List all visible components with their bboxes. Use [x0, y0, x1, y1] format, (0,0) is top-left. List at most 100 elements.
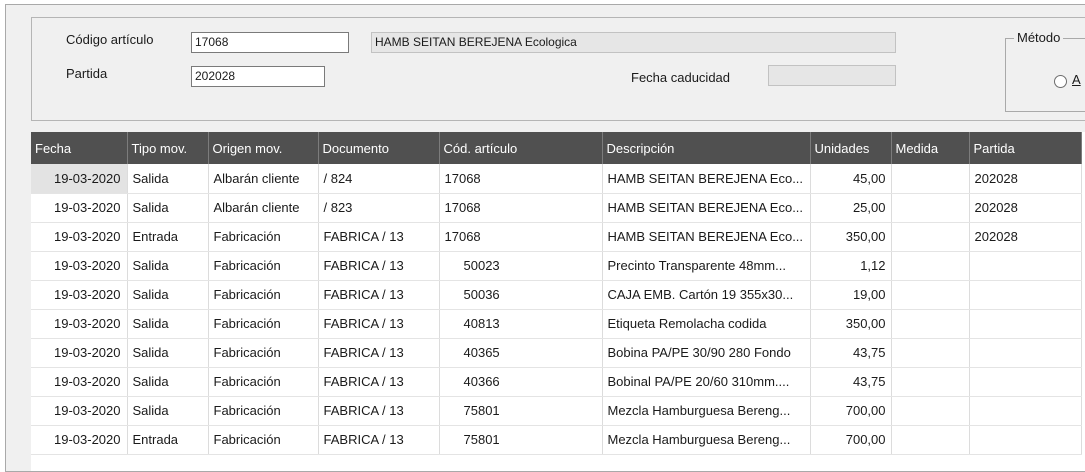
cell-medida[interactable]: [891, 280, 970, 310]
cell-fecha[interactable]: 19-03-2020: [31, 367, 128, 397]
metodo-radio-icon[interactable]: [1054, 75, 1067, 88]
cell-descripcion[interactable]: Etiqueta Remolacha codida: [602, 309, 811, 339]
col-header-origen-mov[interactable]: Origen mov.: [208, 132, 319, 164]
cell-cod-articulo[interactable]: 17068: [439, 222, 603, 252]
cell-tipo-mov[interactable]: Salida: [127, 309, 209, 339]
table-row[interactable]: 19-03-2020 Salida Fabricación FABRICA / …: [31, 367, 1082, 397]
table-row[interactable]: 19-03-2020 Salida Fabricación FABRICA / …: [31, 396, 1082, 426]
cell-fecha[interactable]: 19-03-2020: [31, 396, 128, 426]
table-row[interactable]: 19-03-2020 Salida Fabricación FABRICA / …: [31, 309, 1082, 339]
cell-partida[interactable]: [969, 425, 1082, 455]
cell-tipo-mov[interactable]: Salida: [127, 280, 209, 310]
cell-cod-articulo[interactable]: 40365: [439, 338, 603, 368]
cell-tipo-mov[interactable]: Salida: [127, 251, 209, 281]
cell-documento[interactable]: FABRICA / 13: [318, 309, 440, 339]
cell-medida[interactable]: [891, 251, 970, 281]
cell-medida[interactable]: [891, 425, 970, 455]
table-row[interactable]: 19-03-2020 Entrada Fabricación FABRICA /…: [31, 222, 1082, 252]
cell-cod-articulo[interactable]: 75801: [439, 396, 603, 426]
cell-medida[interactable]: [891, 222, 970, 252]
cell-cod-articulo[interactable]: 17068: [439, 164, 603, 194]
cell-origen-mov[interactable]: Fabricación: [208, 425, 319, 455]
col-header-partida[interactable]: Partida: [969, 132, 1082, 164]
cell-fecha[interactable]: 19-03-2020: [31, 338, 128, 368]
cell-partida[interactable]: 202028: [969, 193, 1082, 223]
col-header-documento[interactable]: Documento: [318, 132, 440, 164]
table-row[interactable]: 19-03-2020 Salida Fabricación FABRICA / …: [31, 280, 1082, 310]
metodo-radio-label[interactable]: A: [1072, 72, 1081, 87]
col-header-descripcion[interactable]: Descripción: [602, 132, 811, 164]
cell-cod-articulo[interactable]: 50036: [439, 280, 603, 310]
cell-documento[interactable]: FABRICA / 13: [318, 396, 440, 426]
cell-origen-mov[interactable]: Fabricación: [208, 280, 319, 310]
table-row[interactable]: 19-03-2020 Salida Albarán cliente / 823 …: [31, 193, 1082, 223]
cell-partida[interactable]: 202028: [969, 222, 1082, 252]
col-header-tipo-mov[interactable]: Tipo mov.: [127, 132, 209, 164]
cell-tipo-mov[interactable]: Entrada: [127, 222, 209, 252]
cell-unidades[interactable]: 43,75: [810, 367, 892, 397]
cell-cod-articulo[interactable]: 17068: [439, 193, 603, 223]
col-header-fecha[interactable]: Fecha: [31, 132, 128, 164]
cell-cod-articulo[interactable]: 40813: [439, 309, 603, 339]
col-header-unidades[interactable]: Unidades: [810, 132, 892, 164]
cell-tipo-mov[interactable]: Salida: [127, 193, 209, 223]
cell-tipo-mov[interactable]: Salida: [127, 367, 209, 397]
cell-descripcion[interactable]: Mezcla Hamburguesa Bereng...: [602, 396, 811, 426]
col-header-cod-articulo[interactable]: Cód. artículo: [439, 132, 603, 164]
cell-medida[interactable]: [891, 193, 970, 223]
cell-partida[interactable]: [969, 367, 1082, 397]
cell-unidades[interactable]: 25,00: [810, 193, 892, 223]
cell-documento[interactable]: / 823: [318, 193, 440, 223]
table-row[interactable]: 19-03-2020 Salida Albarán cliente / 824 …: [31, 164, 1082, 194]
cell-unidades[interactable]: 1,12: [810, 251, 892, 281]
cell-descripcion[interactable]: HAMB SEITAN BEREJENA Eco...: [602, 164, 811, 194]
cell-documento[interactable]: FABRICA / 13: [318, 367, 440, 397]
cell-fecha[interactable]: 19-03-2020: [31, 164, 128, 194]
cell-origen-mov[interactable]: Fabricación: [208, 338, 319, 368]
codigo-articulo-input[interactable]: 17068: [191, 32, 349, 53]
cell-descripcion[interactable]: Mezcla Hamburguesa Bereng...: [602, 425, 811, 455]
cell-origen-mov[interactable]: Fabricación: [208, 367, 319, 397]
cell-medida[interactable]: [891, 338, 970, 368]
cell-medida[interactable]: [891, 367, 970, 397]
cell-fecha[interactable]: 19-03-2020: [31, 222, 128, 252]
cell-origen-mov[interactable]: Fabricación: [208, 251, 319, 281]
cell-unidades[interactable]: 350,00: [810, 309, 892, 339]
partida-input[interactable]: 202028: [191, 66, 325, 87]
cell-cod-articulo[interactable]: 75801: [439, 425, 603, 455]
cell-partida[interactable]: 202028: [969, 164, 1082, 194]
cell-tipo-mov[interactable]: Salida: [127, 338, 209, 368]
cell-descripcion[interactable]: Bobina PA/PE 30/90 280 Fondo: [602, 338, 811, 368]
table-row[interactable]: 19-03-2020 Entrada Fabricación FABRICA /…: [31, 425, 1082, 455]
cell-fecha[interactable]: 19-03-2020: [31, 193, 128, 223]
cell-fecha[interactable]: 19-03-2020: [31, 309, 128, 339]
cell-fecha[interactable]: 19-03-2020: [31, 280, 128, 310]
cell-descripcion[interactable]: Bobinal PA/PE 20/60 310mm....: [602, 367, 811, 397]
cell-origen-mov[interactable]: Fabricación: [208, 309, 319, 339]
cell-cod-articulo[interactable]: 50023: [439, 251, 603, 281]
cell-unidades[interactable]: 700,00: [810, 425, 892, 455]
cell-descripcion[interactable]: CAJA EMB. Cartón 19 355x30...: [602, 280, 811, 310]
cell-unidades[interactable]: 700,00: [810, 396, 892, 426]
cell-partida[interactable]: [969, 396, 1082, 426]
table-row[interactable]: 19-03-2020 Salida Fabricación FABRICA / …: [31, 251, 1082, 281]
cell-tipo-mov[interactable]: Salida: [127, 396, 209, 426]
cell-unidades[interactable]: 43,75: [810, 338, 892, 368]
cell-origen-mov[interactable]: Fabricación: [208, 396, 319, 426]
cell-documento[interactable]: FABRICA / 13: [318, 338, 440, 368]
cell-unidades[interactable]: 350,00: [810, 222, 892, 252]
cell-descripcion[interactable]: Precinto Transparente 48mm...: [602, 251, 811, 281]
cell-descripcion[interactable]: HAMB SEITAN BEREJENA Eco...: [602, 222, 811, 252]
cell-documento[interactable]: FABRICA / 13: [318, 251, 440, 281]
cell-unidades[interactable]: 19,00: [810, 280, 892, 310]
cell-tipo-mov[interactable]: Salida: [127, 164, 209, 194]
cell-documento[interactable]: FABRICA / 13: [318, 222, 440, 252]
cell-origen-mov[interactable]: Fabricación: [208, 222, 319, 252]
cell-cod-articulo[interactable]: 40366: [439, 367, 603, 397]
cell-medida[interactable]: [891, 309, 970, 339]
table-row[interactable]: 19-03-2020 Salida Fabricación FABRICA / …: [31, 338, 1082, 368]
col-header-medida[interactable]: Medida: [891, 132, 970, 164]
cell-partida[interactable]: [969, 309, 1082, 339]
cell-documento[interactable]: FABRICA / 13: [318, 280, 440, 310]
cell-medida[interactable]: [891, 164, 970, 194]
